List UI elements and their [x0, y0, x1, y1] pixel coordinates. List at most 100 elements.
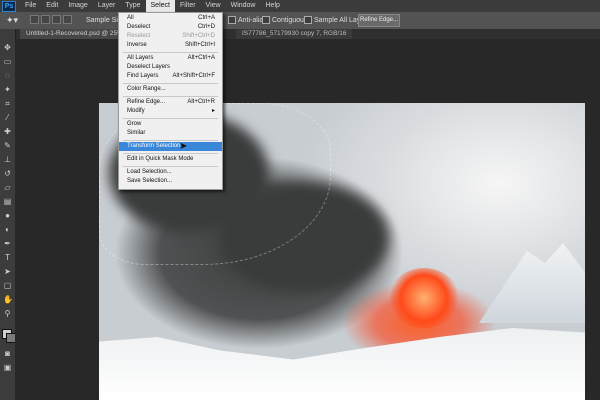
- anti-alias-checkbox[interactable]: Anti-alias: [228, 15, 267, 26]
- move-tool-icon[interactable]: ✥: [3, 43, 12, 52]
- menu-item-label: Deselect: [127, 24, 151, 30]
- selection-mode-group: [30, 15, 72, 24]
- menu-item-label: All: [127, 15, 134, 21]
- history-brush-icon[interactable]: ↺: [3, 169, 12, 178]
- snow-foreground: [99, 328, 585, 400]
- options-bar: ✦▾ Sample Size Anti-alias Contiguous Sam…: [0, 12, 600, 30]
- menu-item-label: Find Layers: [127, 73, 159, 79]
- menu-item-color-range[interactable]: Color Range...: [119, 85, 222, 94]
- menu-edit[interactable]: Edit: [41, 0, 63, 12]
- menu-bar: Ps File Edit Image Layer Type Select Fil…: [0, 0, 600, 12]
- menu-item-deselect[interactable]: Deselect Ctrl+D: [119, 23, 222, 32]
- menu-separator: [123, 83, 218, 84]
- menu-item-inverse[interactable]: Inverse Shift+Ctrl+I: [119, 41, 222, 50]
- photoshop-window: Ps File Edit Image Layer Type Select Fil…: [0, 0, 600, 400]
- pen-tool-icon[interactable]: ✒: [3, 239, 12, 248]
- submenu-arrow-icon: ▸: [211, 108, 215, 114]
- type-tool-icon[interactable]: T: [3, 253, 12, 262]
- quick-mask-icon[interactable]: ◙: [3, 349, 12, 358]
- menu-item-quick-mask[interactable]: Edit in Quick Mask Mode: [119, 155, 222, 164]
- tools-panel: ✥ ▭ ◌ ✦ ⌗ ⁄ ✚ ✎ ⊥ ↺ ▱ ▤ ● ◐ ✒ T ➤ ▢ ✋ ⚲ …: [0, 29, 16, 400]
- menu-item-refine-edge[interactable]: Refine Edge... Alt+Ctrl+R: [119, 98, 222, 107]
- intersect-selection-icon[interactable]: [63, 15, 72, 24]
- menu-item-label: Load Selection...: [127, 169, 172, 175]
- blur-tool-icon[interactable]: ●: [3, 211, 12, 220]
- shape-tool-icon[interactable]: ▢: [3, 281, 12, 290]
- path-selection-icon[interactable]: ➤: [3, 267, 12, 276]
- menu-layer[interactable]: Layer: [93, 0, 121, 12]
- photoshop-logo: Ps: [2, 0, 16, 12]
- eyedropper-tool-icon[interactable]: ⁄: [3, 113, 12, 122]
- menu-item-label: Reselect: [127, 33, 151, 39]
- menu-item-label: Color Range...: [127, 86, 166, 92]
- eraser-tool-icon[interactable]: ▱: [3, 183, 12, 192]
- screen-mode-icon[interactable]: ▣: [3, 363, 12, 372]
- brush-tool-icon[interactable]: ✎: [3, 141, 12, 150]
- menu-image[interactable]: Image: [63, 0, 92, 12]
- menu-item-shortcut: Ctrl+A: [198, 15, 215, 21]
- menu-item-transform-selection[interactable]: Transform Selection: [119, 142, 222, 151]
- menu-item-label: Save Selection...: [127, 178, 173, 184]
- menu-item-label: Similar: [127, 130, 146, 136]
- snowy-mountain: [479, 243, 585, 323]
- menu-separator: [123, 96, 218, 97]
- subtract-selection-icon[interactable]: [52, 15, 61, 24]
- zoom-tool-icon[interactable]: ⚲: [3, 309, 12, 318]
- menu-item-label: Grow: [127, 121, 142, 127]
- gradient-tool-icon[interactable]: ▤: [3, 197, 12, 206]
- clone-stamp-icon[interactable]: ⊥: [3, 155, 12, 164]
- menu-separator: [123, 166, 218, 167]
- lasso-tool-icon[interactable]: ◌: [3, 71, 12, 80]
- menu-item-all[interactable]: All Ctrl+A: [119, 14, 222, 23]
- menu-view[interactable]: View: [201, 0, 226, 12]
- menu-item-grow[interactable]: Grow: [119, 120, 222, 129]
- menu-item-similar[interactable]: Similar: [119, 129, 222, 138]
- document-tab-bar: Untitled-1-Recovered.psd @ 25% (Laye IS7…: [14, 29, 600, 39]
- menu-item-label: Edit in Quick Mask Mode: [127, 156, 194, 162]
- menu-item-load-selection[interactable]: Load Selection...: [119, 168, 222, 177]
- menu-item-save-selection[interactable]: Save Selection...: [119, 177, 222, 186]
- menu-item-shortcut: Alt+Ctrl+A: [187, 55, 215, 61]
- new-selection-icon[interactable]: [30, 15, 39, 24]
- sample-all-layers-check-icon: [304, 16, 312, 25]
- menu-item-label: Refine Edge...: [127, 99, 166, 105]
- menu-item-deselect-layers[interactable]: Deselect Layers: [119, 63, 222, 72]
- menu-separator: [123, 118, 218, 119]
- menu-item-label: All Layers: [127, 55, 154, 61]
- menu-item-modify[interactable]: Modify ▸: [119, 107, 222, 116]
- healing-brush-icon[interactable]: ✚: [3, 127, 12, 136]
- menu-item-find-layers[interactable]: Find Layers Alt+Shift+Ctrl+F: [119, 72, 222, 81]
- refine-edge-button[interactable]: Refine Edge...: [358, 14, 400, 27]
- mouse-pointer-icon: ➤: [179, 141, 188, 152]
- document-workspace: [15, 39, 600, 400]
- add-selection-icon[interactable]: [41, 15, 50, 24]
- menu-filter[interactable]: Filter: [175, 0, 201, 12]
- menu-item-label: Modify: [127, 108, 145, 114]
- menu-item-label: Inverse: [127, 42, 147, 48]
- dodge-tool-icon[interactable]: ◐: [3, 225, 12, 234]
- menu-separator: [123, 153, 218, 154]
- menu-item-all-layers[interactable]: All Layers Alt+Ctrl+A: [119, 54, 222, 63]
- menu-item-reselect[interactable]: Reselect Shift+Ctrl+D: [119, 32, 222, 41]
- magic-wand-tool-icon[interactable]: ✦▾: [6, 15, 26, 26]
- menu-window[interactable]: Window: [226, 0, 261, 12]
- menu-select[interactable]: Select: [145, 0, 175, 12]
- menu-separator: [123, 52, 218, 53]
- menu-type[interactable]: Type: [120, 0, 145, 12]
- hand-tool-icon[interactable]: ✋: [3, 295, 13, 304]
- menu-help[interactable]: Help: [261, 0, 285, 12]
- menu-separator: [123, 140, 218, 141]
- contiguous-label: Contiguous: [272, 17, 308, 24]
- menu-file[interactable]: File: [20, 0, 41, 12]
- select-menu-dropdown: All Ctrl+A Deselect Ctrl+D Reselect Shift+C…: [118, 12, 223, 190]
- menu-item-label: Transform Selection: [127, 143, 181, 149]
- contiguous-check-icon: [262, 16, 270, 25]
- contiguous-checkbox[interactable]: Contiguous: [262, 15, 307, 26]
- menu-item-shortcut: Alt+Ctrl+R: [187, 99, 215, 105]
- crop-tool-icon[interactable]: ⌗: [3, 99, 12, 108]
- menu-item-shortcut: Shift+Ctrl+I: [184, 42, 215, 48]
- menu-item-shortcut: Ctrl+D: [197, 24, 215, 30]
- document-tab-is77786[interactable]: IS77786_57179930 copy 7, RGB/16: [236, 29, 353, 39]
- magic-wand-icon[interactable]: ✦: [3, 85, 12, 94]
- marquee-tool-icon[interactable]: ▭: [3, 57, 12, 66]
